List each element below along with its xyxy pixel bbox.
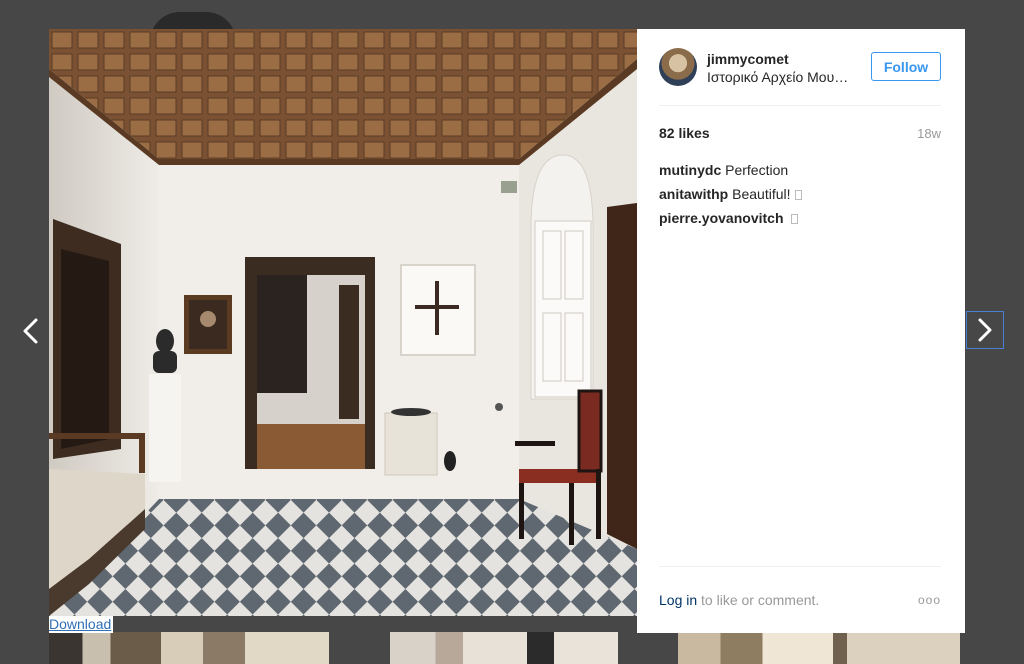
- chevron-left-icon[interactable]: [16, 314, 46, 348]
- comment-item: pierre.yovanovitch: [659, 210, 941, 234]
- download-link[interactable]: Download: [49, 616, 114, 633]
- login-prompt-suffix: to like or comment.: [697, 592, 820, 608]
- post-timestamp[interactable]: 18w: [917, 126, 941, 141]
- post-footer: Log in to like or comment. ooo: [659, 566, 941, 617]
- login-prompt: Log in to like or comment.: [659, 592, 819, 608]
- avatar[interactable]: [659, 48, 697, 86]
- likes-count[interactable]: 82 likes: [659, 125, 710, 141]
- post-sidebar: jimmycomet Ιστορικό Αρχείο Μουσείο Ύδρας…: [637, 29, 965, 633]
- comment-list: mutinydc Perfection anitawithp Beautiful…: [659, 162, 941, 234]
- emoji-placeholder-icon: [791, 214, 799, 224]
- background-thumbnail: [678, 632, 960, 664]
- comment-item: anitawithp Beautiful!: [659, 186, 941, 210]
- login-link[interactable]: Log in: [659, 592, 697, 608]
- more-options-icon[interactable]: ooo: [918, 593, 941, 607]
- follow-button[interactable]: Follow: [871, 52, 941, 81]
- comment-text: Beautiful!: [732, 186, 791, 202]
- post-header: jimmycomet Ιστορικό Αρχείο Μουσείο Ύδρας…: [659, 47, 941, 106]
- comment-author[interactable]: anitawithp: [659, 186, 728, 202]
- comment-item: mutinydc Perfection: [659, 162, 941, 186]
- chevron-right-icon[interactable]: [966, 311, 1004, 349]
- background-thumbnail: [49, 632, 329, 664]
- post-photo: [49, 29, 637, 616]
- comment-author[interactable]: pierre.yovanovitch: [659, 210, 784, 226]
- username-link[interactable]: jimmycomet: [707, 51, 789, 67]
- background-thumbnail: [390, 632, 618, 664]
- emoji-placeholder-icon: [794, 190, 802, 200]
- location-link[interactable]: Ιστορικό Αρχείο Μουσείο Ύδρας: [707, 69, 853, 85]
- comment-author[interactable]: mutinydc: [659, 162, 721, 178]
- post-modal: jimmycomet Ιστορικό Αρχείο Μουσείο Ύδρας…: [49, 29, 965, 633]
- comment-text: Perfection: [725, 162, 789, 178]
